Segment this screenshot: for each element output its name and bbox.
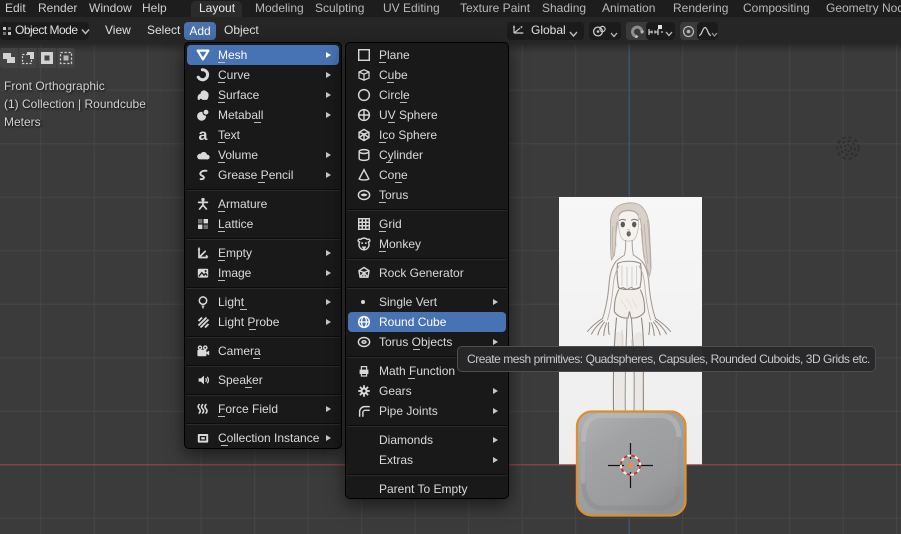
svg-text:a: a [199,128,208,142]
